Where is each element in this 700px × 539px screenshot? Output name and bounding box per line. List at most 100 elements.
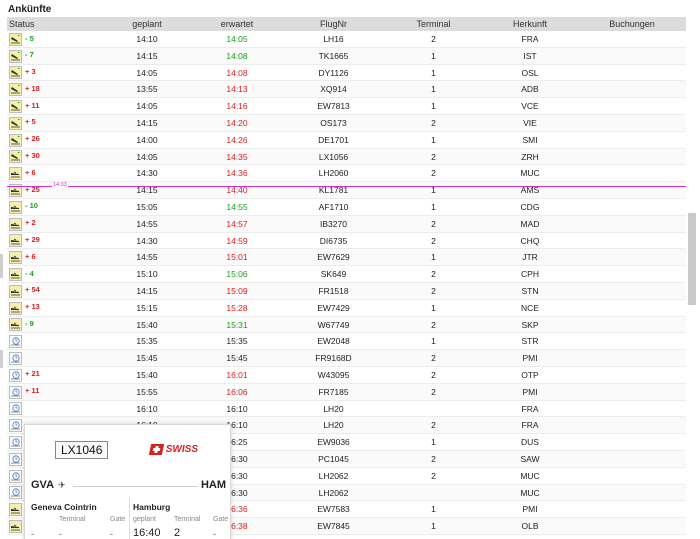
header-herkunft[interactable]: Herkunft: [482, 17, 578, 31]
delay-value: + 18: [25, 83, 40, 93]
dep-gate-value: -: [110, 529, 113, 539]
table-row[interactable]: + 30 14:05 14:35 LX1056 2 ZRH: [7, 148, 686, 166]
table-row[interactable]: + 18 13:55 14:13 XQ914 1 ADB: [7, 81, 686, 99]
table-row[interactable]: + 54 14:15 15:09 FR1518 2 STN: [7, 282, 686, 300]
table-row[interactable]: - 9 15:40 15:31 W67749 2 SKP: [7, 316, 686, 334]
bookings: [578, 199, 686, 215]
terminal: 1: [431, 252, 436, 263]
header-status[interactable]: Status: [7, 17, 102, 31]
table-row[interactable]: 15:45 15:45 FR9168D 2 PMI: [7, 350, 686, 367]
flight-number[interactable]: EW7429: [282, 300, 385, 316]
table-row[interactable]: + 13 15:15 15:28 EW7429 1 NCE: [7, 300, 686, 317]
flight-number[interactable]: FR7185: [282, 384, 385, 400]
table-row[interactable]: + 11 15:55 16:06 FR7185 2 PMI: [7, 383, 686, 401]
flight-number[interactable]: KL1781: [282, 182, 385, 198]
planned-time: 14:05: [136, 67, 158, 78]
table-row[interactable]: + 25 14:15 14:40 KL1781 1 AMS: [7, 182, 686, 199]
planned-time: 15:35: [136, 336, 158, 347]
flight-number[interactable]: EW7583: [282, 501, 385, 517]
table-row[interactable]: + 26 14:00 14:26 DE1701 1 SMI: [7, 132, 686, 149]
flight-number[interactable]: EW2048: [282, 333, 385, 349]
flight-number[interactable]: XQ914: [282, 81, 385, 97]
status-cell: + 11: [7, 384, 102, 400]
flight-number[interactable]: OS173: [282, 115, 385, 131]
flight-number[interactable]: AF1710: [282, 199, 385, 215]
table-row[interactable]: + 21 15:40 16:01 W43095 2 OTP: [7, 367, 686, 384]
flight-number[interactable]: LH20: [282, 417, 385, 433]
status-cell: - 10: [7, 199, 102, 215]
planned-status-icon: [9, 452, 22, 466]
table-row[interactable]: - 4 15:10 15:06 SK649 2 CPH: [7, 266, 686, 283]
flight-number[interactable]: FR9168D: [282, 350, 385, 366]
terminal: 1: [431, 201, 436, 212]
expected-time: 14:16: [226, 101, 248, 112]
terminal: 1: [431, 336, 436, 347]
origin: ADB: [521, 84, 539, 95]
flight-number[interactable]: W43095: [282, 367, 385, 383]
table-row[interactable]: 15:35 15:35 EW2048 1 STR: [7, 333, 686, 351]
flight-number[interactable]: LH2062: [282, 485, 385, 501]
table-row[interactable]: - 10 15:05 14:55 AF1710 1 CDG: [7, 199, 686, 216]
flight-number[interactable]: EW9036: [282, 434, 385, 450]
flight-number[interactable]: LH2062: [282, 468, 385, 484]
planned-time: 15:05: [136, 201, 158, 212]
flight-number[interactable]: W67749: [282, 317, 385, 333]
delay-value: + 54: [25, 285, 40, 295]
origin: OLB: [521, 521, 539, 532]
table-row[interactable]: + 6 14:30 14:36 LH2060 2 MUC: [7, 165, 686, 183]
flight-number[interactable]: LH20: [282, 401, 385, 417]
landed-status-icon: [9, 100, 22, 114]
flight-number[interactable]: LX1056: [282, 149, 385, 165]
table-row[interactable]: + 5 14:15 14:20 OS173 2 VIE: [7, 114, 686, 132]
header-buchungen[interactable]: Buchungen: [578, 17, 686, 31]
scrollbar-thumb[interactable]: [688, 213, 696, 305]
header-flugnr[interactable]: FlugNr: [282, 17, 385, 31]
flight-number[interactable]: DE1701: [282, 132, 385, 148]
flight-number[interactable]: PC1045: [282, 451, 385, 467]
delay-value: + 11: [25, 100, 40, 110]
flight-number[interactable]: DI6735: [282, 233, 385, 249]
header-terminal[interactable]: Terminal: [385, 17, 482, 31]
origin: FRA: [521, 34, 539, 44]
delay-value: + 11: [25, 386, 40, 396]
flight-number[interactable]: TK1665: [282, 48, 385, 64]
flight-number[interactable]: EW7845: [282, 518, 385, 534]
flight-number[interactable]: EW7629: [282, 249, 385, 265]
expected-time: 16:01: [226, 369, 248, 380]
planned-status-icon: [9, 352, 22, 366]
table-row[interactable]: - 7 14:15 14:08 TK1665 1 IST: [7, 47, 686, 65]
flight-number[interactable]: FR1518: [282, 283, 385, 299]
origin: AMS: [520, 185, 540, 196]
table-row[interactable]: - 5 14:10 14:05 LH16 2 FRA: [7, 31, 686, 48]
header-erwartet[interactable]: erwartet: [192, 17, 282, 31]
bookings: [578, 31, 686, 47]
table-row[interactable]: + 29 14:30 14:59 DI6735 2 CHQ: [7, 233, 686, 250]
table-row[interactable]: + 6 14:55 15:01 EW7629 1 JTR: [7, 249, 686, 267]
delay-value: + 29: [25, 235, 40, 245]
status-cell: - 9: [7, 317, 102, 333]
flight-number[interactable]: LH16: [282, 31, 385, 47]
flight-detail-popup[interactable]: LX1046 SWISS GVA ✈ HAM Geneva Cointrin H…: [24, 424, 231, 539]
table-row[interactable]: + 3 14:05 14:08 DY1126 1 OSL: [7, 65, 686, 82]
origin: OTP: [521, 369, 539, 380]
expected-time: 14:05: [226, 34, 248, 44]
origin: VIE: [523, 117, 537, 128]
expected-time: 14:57: [226, 218, 248, 229]
terminal: 1: [431, 134, 436, 145]
flight-number[interactable]: IB3270: [282, 216, 385, 232]
table-row[interactable]: + 11 14:05 14:16 EW7813 1 VCE: [7, 98, 686, 115]
left-edge-marker: [0, 350, 3, 368]
flight-number[interactable]: DY1126: [282, 65, 385, 81]
flight-number[interactable]: LH2060: [282, 165, 385, 181]
arr-planned-value: 16:40: [133, 527, 161, 539]
table-row[interactable]: 16:10 16:10 LH20 FRA: [7, 401, 686, 418]
origin: FRA: [521, 403, 539, 414]
terminal: 1: [431, 521, 436, 532]
expected-time: 14:26: [226, 134, 248, 145]
landed-status-icon: [9, 116, 22, 130]
header-geplant[interactable]: geplant: [102, 17, 192, 31]
table-row[interactable]: + 2 14:55 14:57 IB3270 2 MAD: [7, 215, 686, 233]
flight-number[interactable]: EW7813: [282, 98, 385, 114]
bookings: [578, 384, 686, 400]
flight-number[interactable]: SK649: [282, 266, 385, 282]
